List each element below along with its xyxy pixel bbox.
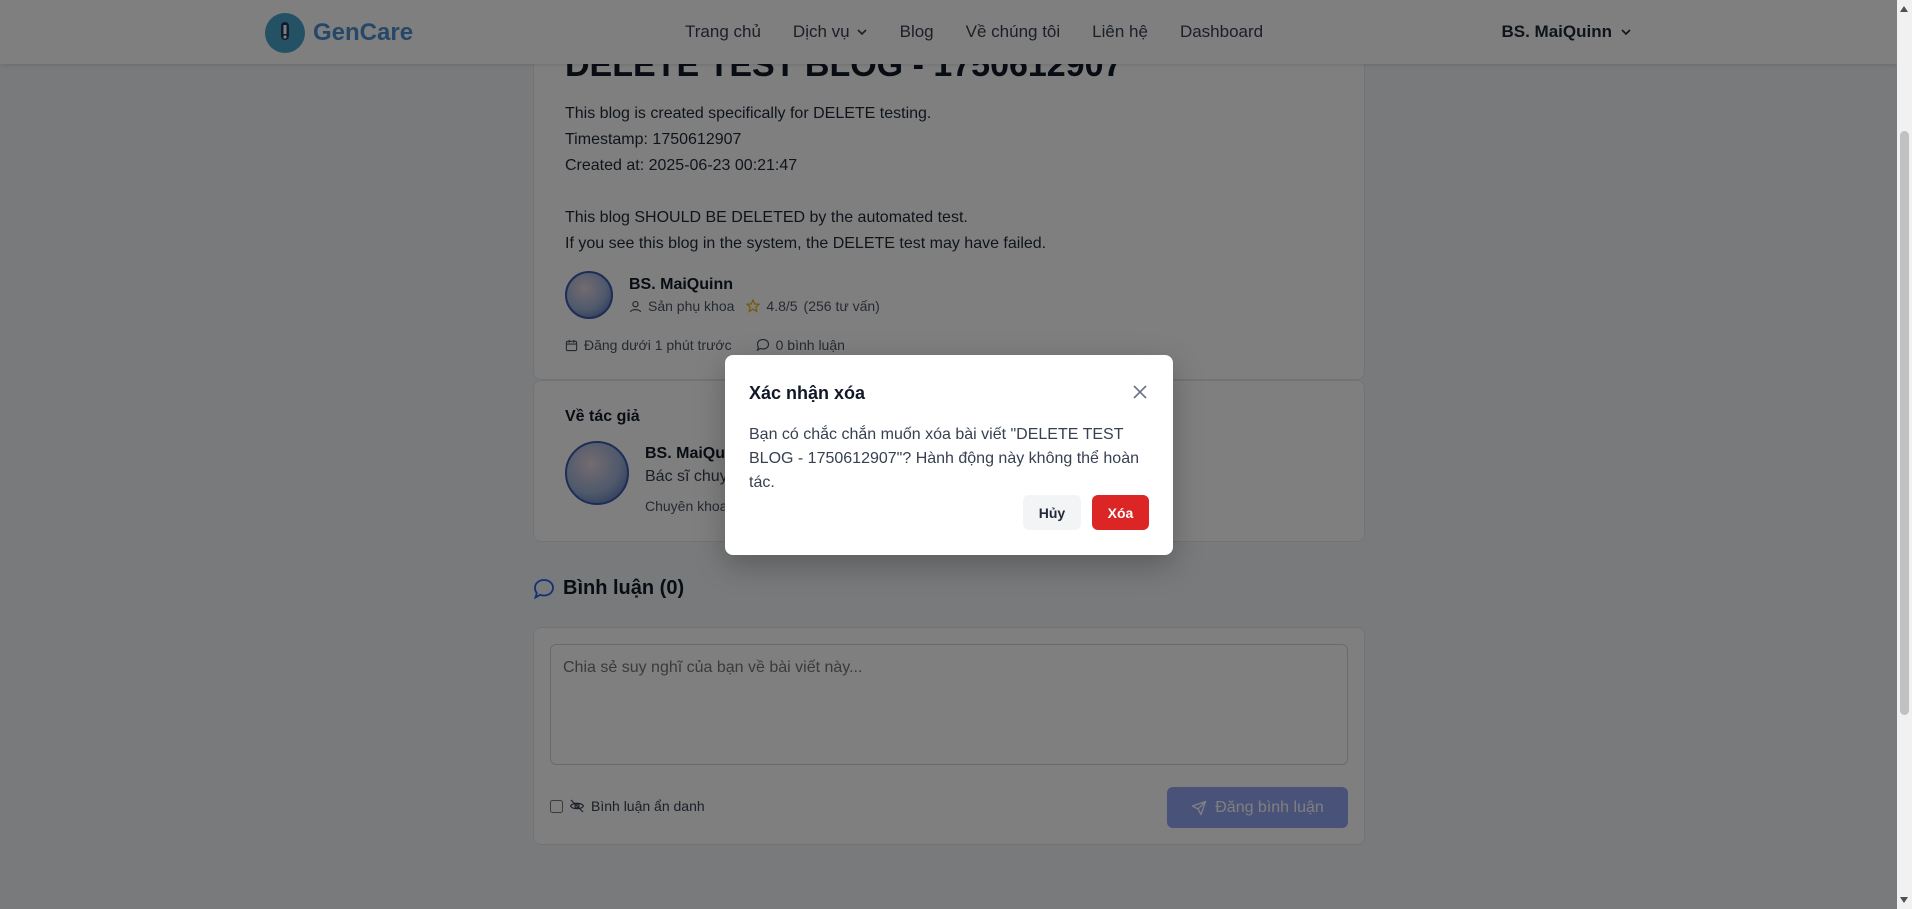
scroll-down-icon[interactable] bbox=[1900, 897, 1908, 903]
dialog-title: Xác nhận xóa bbox=[749, 383, 866, 403]
close-icon[interactable] bbox=[1131, 383, 1149, 401]
dialog-message: Bạn có chắc chắn muốn xóa bài viết "DELE… bbox=[749, 426, 1139, 491]
confirm-delete-button[interactable]: Xóa bbox=[1092, 495, 1149, 530]
cancel-button[interactable]: Hủy bbox=[1023, 495, 1081, 530]
delete-confirm-dialog: Xác nhận xóa Bạn có chắc chắn muốn xóa b… bbox=[725, 355, 1173, 555]
scroll-thumb[interactable] bbox=[1900, 131, 1909, 715]
scroll-up-icon[interactable] bbox=[1900, 6, 1908, 12]
page-scrollbar[interactable] bbox=[1897, 0, 1912, 909]
